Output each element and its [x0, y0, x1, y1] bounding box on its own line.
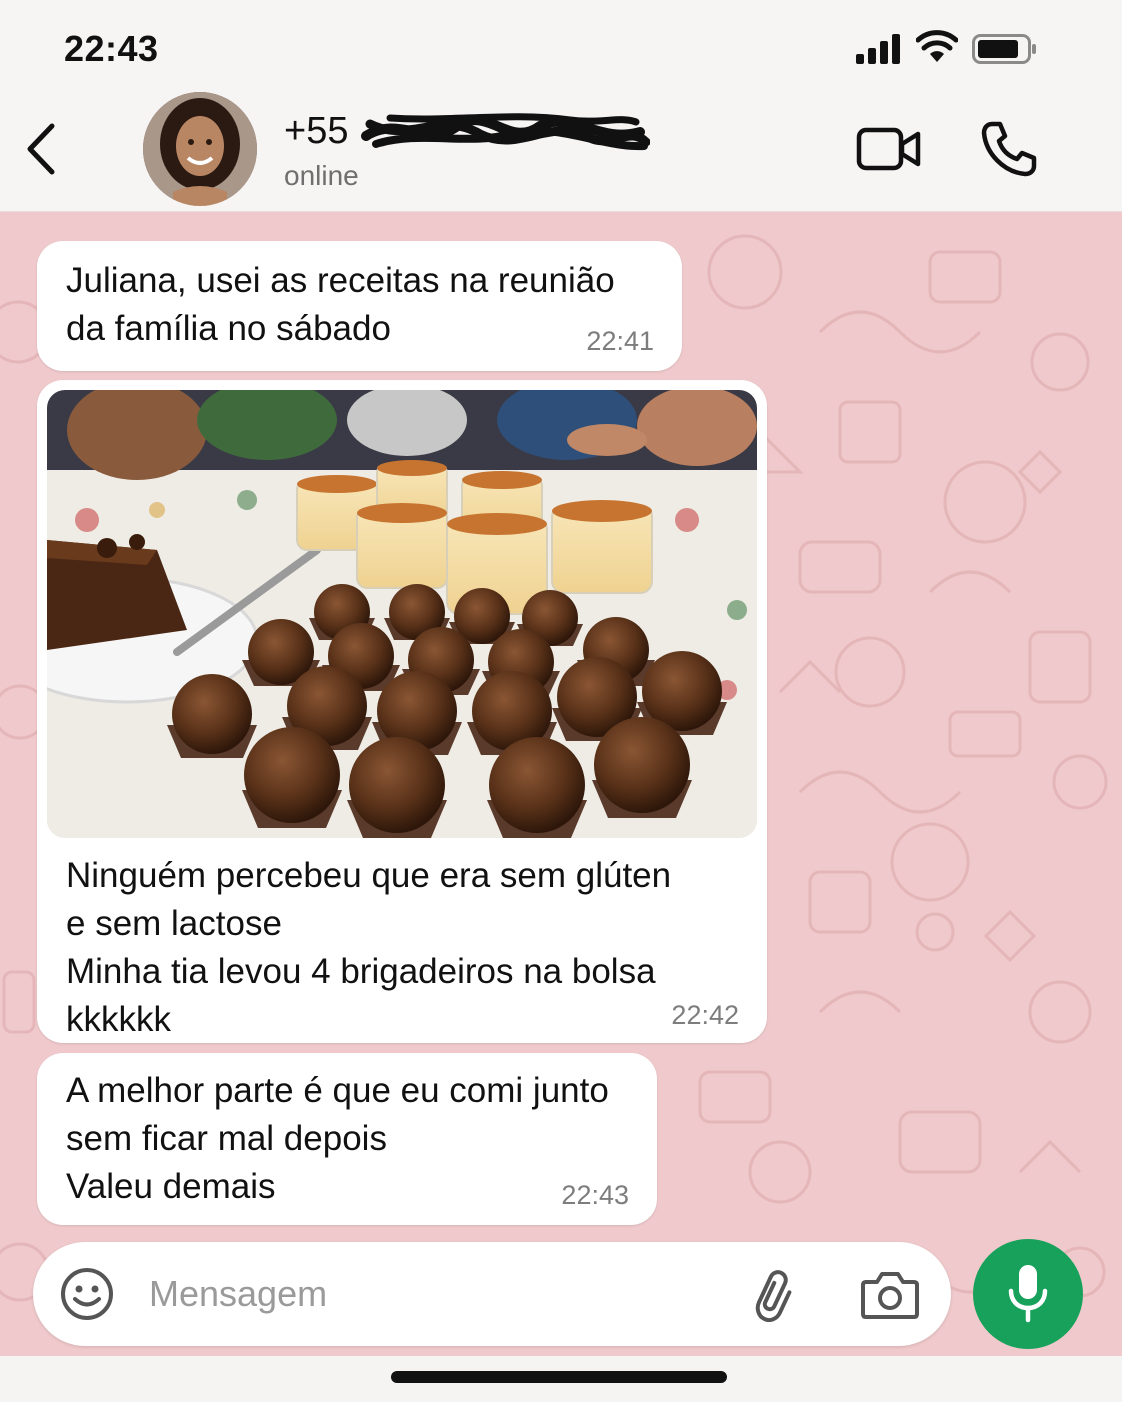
dessert-table-photo — [47, 390, 757, 838]
message-time: 22:43 — [561, 1180, 629, 1210]
status-time: 22:43 — [64, 28, 159, 69]
message-bubble[interactable]: Ninguém percebeu que era sem glúten e se… — [37, 380, 767, 1043]
message-time: 22:41 — [586, 326, 654, 356]
battery-icon — [972, 34, 1036, 64]
redaction-scribble — [361, 113, 650, 151]
message-text: Ninguém percebeu que era sem glúten e se… — [66, 856, 672, 1039]
avatar[interactable] — [143, 92, 257, 206]
status-bar: 22:43 — [0, 0, 1122, 92]
message-input[interactable] — [149, 1268, 709, 1320]
emoji-icon[interactable] — [59, 1266, 115, 1322]
attach-icon[interactable] — [745, 1266, 801, 1322]
message-text: A melhor parte é que eu comi junto sem f… — [66, 1071, 609, 1206]
wifi-icon — [916, 30, 958, 62]
message-time: 22:42 — [671, 1000, 739, 1030]
signal-icon — [856, 34, 900, 64]
chat-area[interactable]: Juliana, usei as receitas na reunião da … — [0, 212, 1122, 1356]
mic-icon — [1008, 1265, 1048, 1323]
video-call-icon[interactable] — [856, 126, 922, 172]
chat-header: +55 online — [0, 92, 1122, 212]
home-indicator[interactable] — [391, 1371, 727, 1383]
contact-status: online — [284, 160, 359, 191]
voice-message-button[interactable] — [973, 1239, 1083, 1349]
camera-icon[interactable] — [861, 1268, 919, 1320]
message-bubble[interactable]: Juliana, usei as receitas na reunião da … — [37, 241, 682, 371]
avatar-portrait — [143, 92, 257, 206]
contact-number[interactable]: +55 — [284, 110, 348, 153]
message-bubble[interactable]: A melhor parte é que eu comi junto sem f… — [37, 1053, 657, 1225]
message-photo[interactable] — [47, 390, 757, 838]
back-icon[interactable] — [22, 120, 62, 178]
message-text: Juliana, usei as receitas na reunião da … — [66, 261, 615, 348]
phone-call-icon[interactable] — [980, 120, 1038, 178]
message-composer — [33, 1242, 951, 1346]
